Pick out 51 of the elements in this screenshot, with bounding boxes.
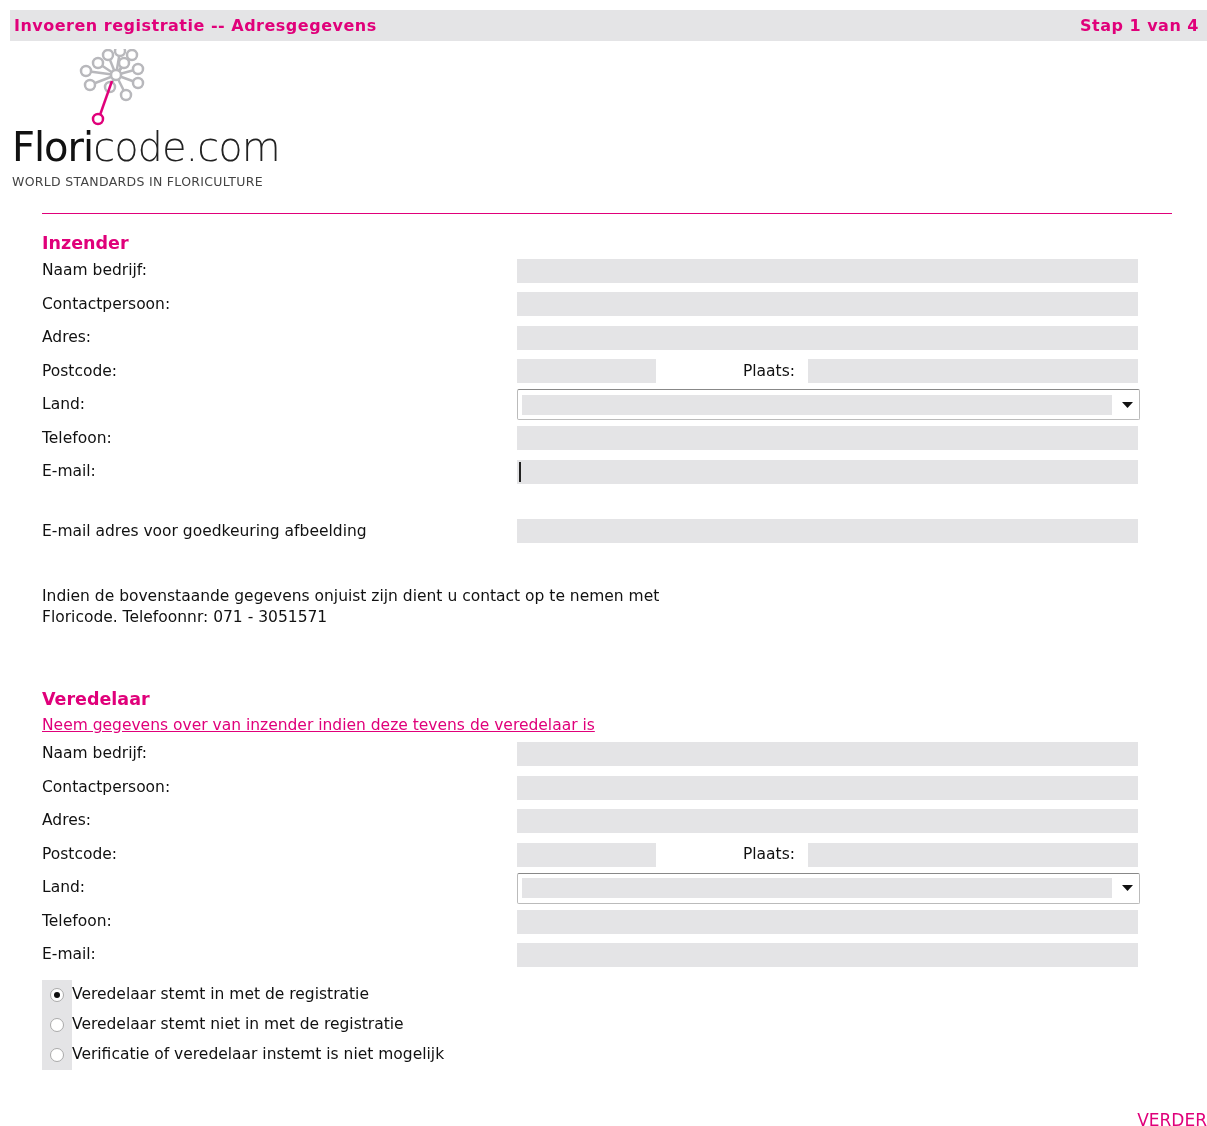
field-label: Plaats: (741, 360, 796, 382)
radio-label: Veredelaar stemt in met de registratie (72, 984, 369, 1006)
text-field[interactable] (517, 519, 1138, 544)
section-title: Veredelaar (42, 688, 151, 710)
text-field[interactable] (517, 943, 1138, 967)
field-label: Telefoon: (42, 427, 113, 449)
text-field[interactable] (808, 842, 1138, 867)
field-label: Postcode: (42, 843, 119, 865)
field-label: Adres: (42, 327, 93, 349)
text-field[interactable] (517, 459, 1138, 484)
field-label: Land: (42, 877, 87, 899)
caret-icon (1122, 885, 1133, 891)
text-field[interactable] (517, 909, 1138, 934)
field-label: Postcode: (42, 360, 119, 382)
text-field[interactable] (808, 359, 1138, 384)
field-label: E-mail: (42, 944, 97, 966)
step-indicator: Stap 1 van 4 (1080, 14, 1199, 37)
text-field[interactable] (517, 842, 656, 867)
text-field[interactable] (517, 809, 1138, 833)
text-field[interactable] (517, 742, 1138, 766)
text-field[interactable] (517, 258, 1138, 283)
radio-button[interactable] (50, 1017, 64, 1032)
radio-button[interactable] (50, 987, 64, 1002)
field-label: Naam bedrijf: (42, 260, 148, 282)
text-field[interactable] (517, 426, 1138, 451)
logo-wordmark: Floricode.com (12, 127, 281, 167)
field-label: Contactpersoon: (42, 776, 172, 798)
field-label: Telefoon: (42, 910, 113, 932)
dropdown[interactable] (517, 389, 1140, 421)
field-label: Contactpersoon: (42, 293, 172, 315)
field-label: Adres: (42, 810, 93, 832)
text-field[interactable] (517, 325, 1138, 350)
next-link[interactable]: VERDER (1137, 1108, 1207, 1126)
field-label: Plaats: (741, 843, 796, 865)
text-field[interactable] (517, 775, 1138, 800)
field-label: E-mail: (42, 461, 97, 483)
section-title: Inzender (42, 232, 130, 254)
field-label: Naam bedrijf: (42, 743, 148, 765)
radio-label: Veredelaar stemt niet in met de registratie (72, 1014, 404, 1036)
logo-tagline: WORLD STANDARDS IN FLORICULTURE (12, 173, 264, 191)
radio-label: Verificatie of veredelaar instemt is niet mogelijk (72, 1044, 445, 1066)
info-text: Indien de bovenstaande gegevens onjuist zijn dient u contact op te nemen met Floricode. Telefoonnr: 071 - 3051571 (42, 586, 661, 628)
text-field[interactable] (517, 359, 656, 384)
copy-link[interactable]: Neem gegevens over van inzender indien deze tevens de veredelaar is (42, 714, 595, 738)
field-label: Land: (42, 394, 87, 416)
page-title: Invoeren registratie -- Adresgegevens (14, 14, 377, 37)
field-label: E-mail adres voor goedkeuring afbeelding (42, 520, 368, 542)
text-field[interactable] (517, 292, 1138, 317)
caret-icon (1122, 401, 1133, 408)
dropdown[interactable] (517, 872, 1140, 904)
radio-button[interactable] (50, 1047, 64, 1062)
